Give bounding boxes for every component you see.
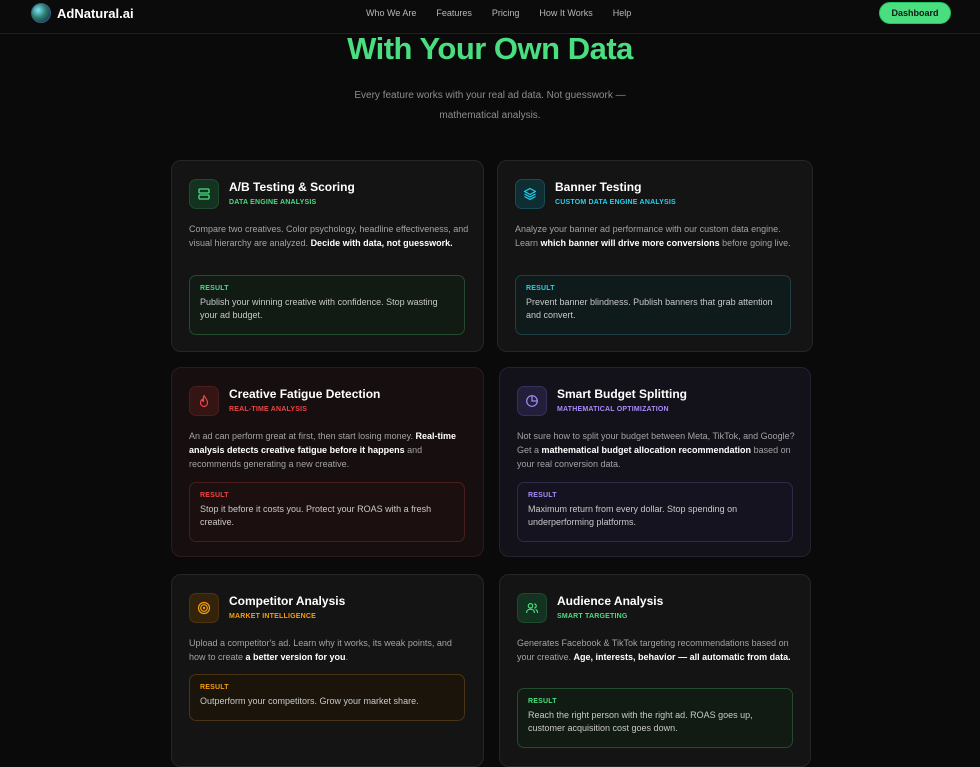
nav-link-how-it-works[interactable]: How It Works [539,8,592,18]
result-box: RESULT Reach the right person with the r… [517,688,793,748]
result-label: RESULT [200,285,229,292]
result-text: Maximum return from every dollar. Stop s… [528,504,738,527]
result-text: Publish your winning creative with confi… [200,297,438,320]
feature-card-competitor-analysis: Competitor Analysis MARKET INTELLIGENCE … [171,574,484,767]
card-tag: REAL-TIME ANALYSIS [229,406,308,413]
hero-subtitle: Every feature works with your real ad da… [354,90,626,121]
result-box: RESULT Stop it before it costs you. Prot… [189,482,465,542]
brand-name: AdNatural.ai [57,5,134,21]
nav-link-who-we-are[interactable]: Who We Are [366,8,416,18]
nav-links: Who We Are Features Pricing How It Works… [366,8,651,18]
feature-card-audience-analysis: Audience Analysis SMART TARGETING Genera… [499,574,811,767]
result-box: RESULT Publish your winning creative wit… [189,275,465,335]
card-tag: SMART TARGETING [557,613,628,620]
result-box: RESULT Outperform your competitors. Grow… [189,674,465,721]
nav-link-features[interactable]: Features [436,8,472,18]
result-label: RESULT [200,492,229,499]
result-box: RESULT Maximum return from every dollar.… [517,482,793,542]
card-title: Audience Analysis [557,594,664,608]
layers-icon [515,179,545,209]
feature-card-banner-testing: Banner Testing CUSTOM DATA ENGINE ANALYS… [497,160,813,352]
result-text: Outperform your competitors. Grow your m… [200,696,419,706]
result-label: RESULT [528,492,557,499]
card-title: Creative Fatigue Detection [229,387,381,401]
card-description: Upload a competitor's ad. Learn why it w… [189,638,452,662]
card-description: Generates Facebook & TikTok targeting re… [517,638,791,662]
result-text: Stop it before it costs you. Protect you… [200,504,432,527]
card-tag: CUSTOM DATA ENGINE ANALYSIS [555,199,676,206]
target-icon [189,593,219,623]
brand[interactable]: AdNatural.ai [31,3,134,23]
brand-logo-icon [31,3,51,23]
card-title: A/B Testing & Scoring [229,180,355,194]
users-icon [517,593,547,623]
feature-card-budget-splitting: Smart Budget Splitting MATHEMATICAL OPTI… [499,367,811,557]
top-navbar: AdNatural.ai Who We Are Features Pricing… [0,0,980,34]
card-title: Banner Testing [555,180,642,194]
flame-icon [189,386,219,416]
nav-link-help[interactable]: Help [613,8,632,18]
dashboard-button[interactable]: Dashboard [879,2,951,24]
card-description: Compare two creatives. Color psychology,… [189,224,469,248]
card-title: Competitor Analysis [229,594,346,608]
card-description: Analyze your banner ad performance with … [515,224,791,248]
nav-link-pricing[interactable]: Pricing [492,8,520,18]
card-title: Smart Budget Splitting [557,387,687,401]
card-tag: MATHEMATICAL OPTIMIZATION [557,406,669,413]
feature-card-ab-testing: A/B Testing & Scoring DATA ENGINE ANALYS… [171,160,484,352]
pie-chart-icon [517,386,547,416]
card-tag: DATA ENGINE ANALYSIS [229,199,317,206]
card-tag: MARKET INTELLIGENCE [229,613,317,620]
result-text: Reach the right person with the right ad… [528,710,753,733]
card-description: Not sure how to split your budget betwee… [517,431,795,469]
result-text: Prevent banner blindness. Publish banner… [526,297,773,320]
result-label: RESULT [200,684,229,691]
result-label: RESULT [528,698,557,705]
hero-title: With Your Own Data [347,31,633,66]
feature-card-creative-fatigue: Creative Fatigue Detection REAL-TIME ANA… [171,367,484,557]
result-label: RESULT [526,285,555,292]
result-box: RESULT Prevent banner blindness. Publish… [515,275,791,335]
split-icon [189,179,219,209]
card-description: An ad can perform great at first, then s… [189,431,456,469]
